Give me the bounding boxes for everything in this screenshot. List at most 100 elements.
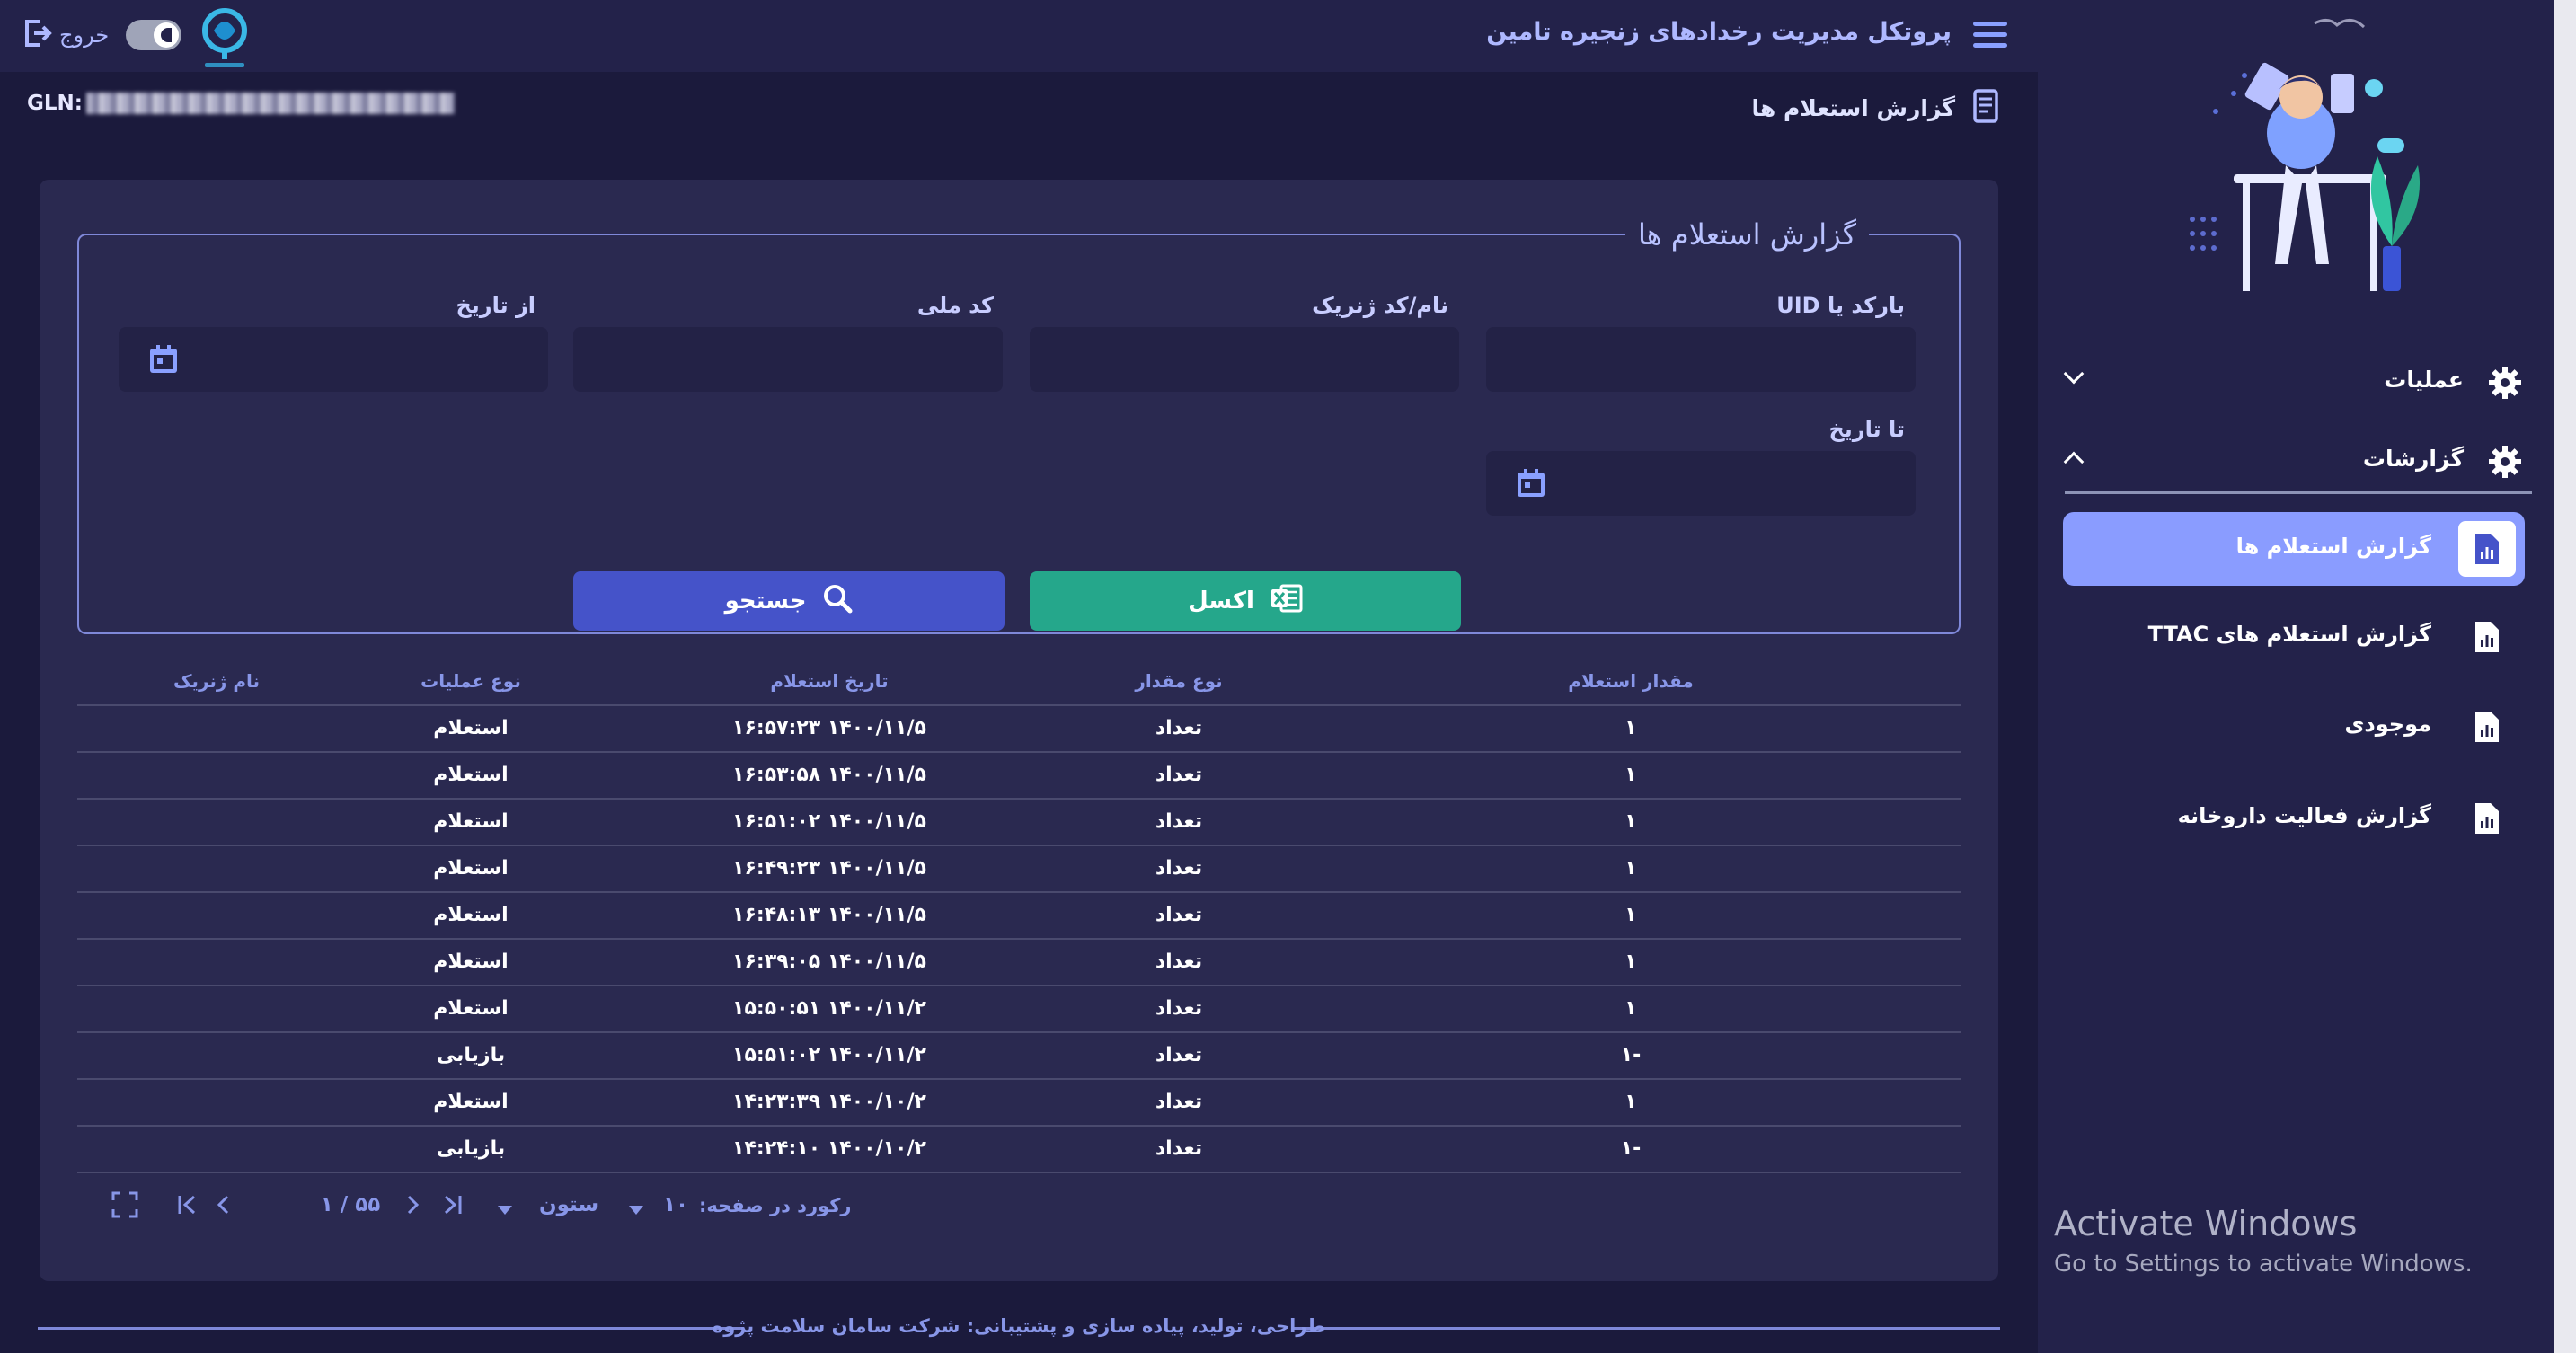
logout-label: خروج bbox=[59, 22, 110, 48]
logout-button[interactable]: خروج bbox=[22, 18, 109, 52]
national-code-input[interactable] bbox=[573, 327, 1003, 392]
top-header: پروتکل مدیریت رخدادهای زنجیره تامین خروج bbox=[0, 0, 2038, 72]
records-per-page-select[interactable]: ۱۰ bbox=[663, 1193, 688, 1216]
table-row[interactable]: ۱ تعداد ۱۴۰۰/۱۱/۵ ۱۶:۴۹:۲۳ استعلام bbox=[77, 846, 1961, 893]
table-cell: تعداد bbox=[1155, 810, 1203, 833]
excel-label: اکسل bbox=[1188, 588, 1254, 615]
search-button[interactable]: جستجو bbox=[573, 571, 1005, 631]
gln-value-redacted bbox=[85, 93, 455, 114]
app-logo bbox=[198, 4, 255, 70]
moon-icon bbox=[154, 22, 179, 48]
sidebar-item-pharmacy-activity[interactable]: گزارش فعالیت داروخانه bbox=[2063, 782, 2525, 855]
excel-export-button[interactable]: اکسل bbox=[1030, 571, 1461, 631]
column-header[interactable]: مقدار استعلام bbox=[1568, 670, 1693, 692]
to-date-input[interactable] bbox=[1486, 451, 1916, 516]
table-cell: استعلام bbox=[433, 810, 509, 833]
column-header[interactable]: تاریخ استعلام bbox=[770, 670, 888, 692]
fullscreen-icon[interactable] bbox=[111, 1191, 138, 1224]
sidebar-item-label: موجودی bbox=[2344, 712, 2431, 737]
table-row[interactable]: -۱ تعداد ۱۴۰۰/۱۰/۲ ۱۴:۲۴:۱۰ بازیابی bbox=[77, 1127, 1961, 1173]
uid-label: بارکد یا UID bbox=[1776, 293, 1905, 318]
sidebar-section-title: گزارشات bbox=[2362, 446, 2464, 472]
sidebar-item-ttac-report[interactable]: گزارش استعلام های TTAC bbox=[2063, 600, 2525, 674]
previous-page-icon[interactable] bbox=[210, 1191, 237, 1224]
column-header[interactable]: نوع مقدار bbox=[1135, 670, 1222, 692]
table-cell: استعلام bbox=[433, 997, 509, 1020]
gln-label: GLN: bbox=[27, 92, 83, 115]
table-cell: استعلام bbox=[433, 717, 509, 739]
activate-windows-title: Activate Windows bbox=[2054, 1204, 2358, 1243]
columns-dropdown-arrow-icon[interactable] bbox=[496, 1197, 514, 1222]
table-row[interactable]: ۱ تعداد ۱۴۰۰/۱۱/۵ ۱۶:۵۷:۲۳ استعلام bbox=[77, 706, 1961, 753]
national-code-label: کد ملی bbox=[916, 293, 994, 318]
activate-windows-subtitle: Go to Settings to activate Windows. bbox=[2054, 1251, 2473, 1278]
table-cell: ۱ bbox=[1624, 717, 1637, 739]
table-body: ۱ تعداد ۱۴۰۰/۱۱/۵ ۱۶:۵۷:۲۳ استعلام ۱ تعداد ۱۴۰… bbox=[77, 706, 1961, 1173]
last-page-icon[interactable] bbox=[438, 1191, 465, 1224]
from-date-input[interactable] bbox=[119, 327, 548, 392]
table-cell: استعلام bbox=[433, 857, 509, 880]
from-date-label: از تاریخ bbox=[456, 293, 536, 318]
sidebar-item-inquiry-report[interactable]: گزارش استعلام ها bbox=[2063, 512, 2525, 586]
table-cell: ۱۴۰۰/۱۱/۵ ۱۶:۴۸:۱۳ bbox=[732, 904, 926, 926]
table-cell: ۱ bbox=[1624, 764, 1637, 786]
column-header[interactable]: نوع عملیات bbox=[420, 670, 521, 692]
table-cell: تعداد bbox=[1155, 997, 1203, 1020]
table-row[interactable]: ۱ تعداد ۱۴۰۰/۱۱/۵ ۱۶:۴۸:۱۳ استعلام bbox=[77, 893, 1961, 940]
table-cell: ۱۴۰۰/۱۱/۲ ۱۵:۵۱:۰۲ bbox=[732, 1044, 926, 1066]
uid-input[interactable] bbox=[1486, 327, 1916, 392]
excel-icon bbox=[1270, 583, 1303, 620]
column-header[interactable]: نام ژنریک bbox=[173, 670, 260, 692]
table-row[interactable]: -۱ تعداد ۱۴۰۰/۱۱/۲ ۱۵:۵۱:۰۲ بازیابی bbox=[77, 1033, 1961, 1080]
table-cell: ۱۴۰۰/۱۰/۲ ۱۴:۲۳:۳۹ bbox=[732, 1091, 926, 1113]
sidebar-item-label: گزارش فعالیت داروخانه bbox=[2177, 803, 2431, 828]
table-cell: ۱۴۰۰/۱۱/۵ ۱۶:۴۹:۲۳ bbox=[732, 857, 926, 880]
table-cell: ۱۴۰۰/۱۱/۵ ۱۶:۳۹:۰۵ bbox=[732, 951, 926, 973]
sub-header: GLN: گزارش استعلام ها bbox=[0, 72, 2038, 142]
generic-label: نام/کد ژنریک bbox=[1312, 293, 1448, 318]
table-cell: بازیابی bbox=[436, 1137, 506, 1160]
hamburger-menu-icon[interactable] bbox=[1973, 22, 2007, 50]
table-row[interactable]: ۱ تعداد ۱۴۰۰/۱۱/۲ ۱۵:۵۰:۵۱ استعلام bbox=[77, 986, 1961, 1033]
table-cell: ۱ bbox=[1624, 904, 1637, 926]
columns-button[interactable]: ستون bbox=[539, 1193, 598, 1216]
chevron-up-icon[interactable] bbox=[2063, 451, 2085, 473]
chevron-down-icon[interactable] bbox=[2063, 363, 2085, 385]
calendar-icon[interactable] bbox=[147, 343, 180, 379]
report-document-icon bbox=[1970, 88, 2002, 128]
table-cell: استعلام bbox=[433, 764, 509, 786]
illustration-image bbox=[2171, 13, 2431, 300]
table-cell: ۱۴۰۰/۱۱/۵ ۱۶:۵۱:۰۲ bbox=[732, 810, 926, 833]
first-page-icon[interactable] bbox=[174, 1191, 201, 1224]
sidebar: عملیات گزارشات گزارش استعلام ها گزارش اس… bbox=[2038, 0, 2554, 1353]
report-file-icon bbox=[2458, 521, 2516, 577]
report-file-icon bbox=[2458, 699, 2516, 755]
table-header: مقدار استعلام نوع مقدار تاریخ استعلام نو… bbox=[77, 658, 1961, 706]
footer-credit: طراحی، تولید، پیاده سازی و پشتیبانی: شرک… bbox=[712, 1315, 1326, 1337]
window-scrollbar[interactable] bbox=[2554, 0, 2576, 1353]
table-cell: استعلام bbox=[433, 951, 509, 973]
sidebar-section-operations[interactable]: عملیات bbox=[2063, 354, 2532, 408]
sidebar-section-reports[interactable]: گزارشات bbox=[2063, 433, 2532, 487]
table-cell: تعداد bbox=[1155, 904, 1203, 926]
next-page-icon[interactable] bbox=[399, 1191, 426, 1224]
table-cell: ۱ bbox=[1624, 857, 1637, 880]
records-dropdown-arrow-icon[interactable] bbox=[627, 1197, 645, 1222]
table-cell: استعلام bbox=[433, 904, 509, 926]
page-indicator: ۵۵ / ۱ bbox=[320, 1193, 381, 1216]
table-row[interactable]: ۱ تعداد ۱۴۰۰/۱۱/۵ ۱۶:۵۱:۰۲ استعلام bbox=[77, 800, 1961, 846]
gear-icon bbox=[2487, 365, 2523, 404]
table-cell: -۱ bbox=[1620, 1137, 1642, 1160]
table-row[interactable]: ۱ تعداد ۱۴۰۰/۱۰/۲ ۱۴:۲۳:۳۹ استعلام bbox=[77, 1080, 1961, 1127]
search-icon bbox=[822, 583, 853, 620]
sidebar-item-inventory[interactable]: موجودی bbox=[2063, 690, 2525, 764]
calendar-icon[interactable] bbox=[1515, 467, 1547, 503]
app-title: پروتکل مدیریت رخدادهای زنجیره تامین bbox=[1486, 18, 1952, 46]
sidebar-divider bbox=[2065, 491, 2532, 494]
table-row[interactable]: ۱ تعداد ۱۴۰۰/۱۱/۵ ۱۶:۵۳:۵۸ استعلام bbox=[77, 753, 1961, 800]
theme-toggle[interactable] bbox=[126, 20, 181, 50]
table-row[interactable]: ۱ تعداد ۱۴۰۰/۱۱/۵ ۱۶:۳۹:۰۵ استعلام bbox=[77, 940, 1961, 986]
sidebar-item-label: گزارش استعلام های TTAC bbox=[2147, 622, 2431, 647]
table-cell: بازیابی bbox=[436, 1044, 506, 1066]
generic-input[interactable] bbox=[1030, 327, 1459, 392]
